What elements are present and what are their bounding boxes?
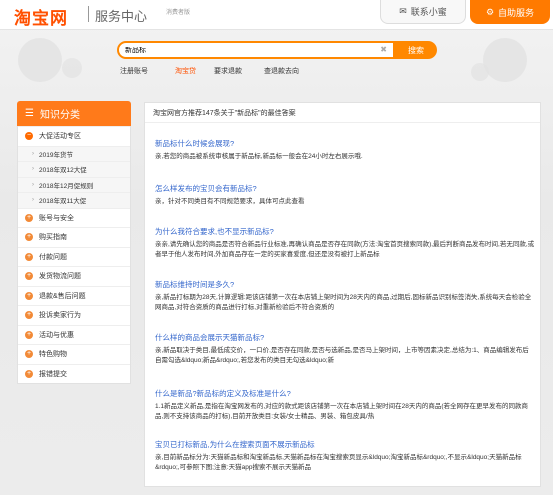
self-service-button[interactable]: ⚙ 自助服务 <box>470 0 550 24</box>
self-service-label: 自助服务 <box>498 7 535 18</box>
service-center-title: 服务中心 <box>95 9 148 24</box>
sidebar-item-label: 特色购物 <box>39 351 67 359</box>
question-link[interactable]: 为什么我符合要求,也不显示新品标? <box>155 226 535 237</box>
hero-banner <box>0 30 553 90</box>
sidebar-item-payment[interactable]: + 付款问题 <box>18 246 130 267</box>
sidebar-item-label: 活动与优惠 <box>39 331 74 339</box>
chat-icon: ✉ <box>399 6 407 16</box>
top-header: 淘宝网 服务中心 消费者版 ✉ 联系小蜜 ⚙ 自助服务 <box>0 0 553 30</box>
sidebar-sub-item[interactable]: › 2018年12月促规则 <box>18 176 130 192</box>
qa-item: 为什么我符合要求,也不显示新品标? 亲亲,请先确认您的商品是否符合新品行业标准,… <box>155 226 535 259</box>
question-link[interactable]: 新品标什么时候会展现? <box>155 138 535 149</box>
results-heading: 淘宝网官方推荐147条关于"新品标"的最佳答案 <box>145 103 540 123</box>
sidebar-sub-item[interactable]: › 2018年双11大促 <box>18 192 130 208</box>
clear-icon[interactable]: ✖ <box>380 45 387 54</box>
expand-icon: + <box>25 213 33 222</box>
expand-icon: + <box>25 233 33 242</box>
sidebar-item-label: 报错提交 <box>39 370 67 378</box>
qa-item: 新品标什么时候会展现? 亲,若您的商品被系统审核属于新品标,新品标一般会在24小… <box>155 138 535 162</box>
bullet-icon: › <box>32 197 34 204</box>
sidebar-item-label: 退款&售后问题 <box>39 292 86 300</box>
answer-snippet: 亲,新品取决于类目,最低成交价，一口价,是否存在同款,是否与选新品,是否马上架时… <box>155 347 529 364</box>
sidebar-item-refund[interactable]: + 退款&售后问题 <box>18 285 130 306</box>
answer-snippet: 亲,若您的商品被系统审核属于新品标,新品标一般会在24小时左右展示哦. <box>155 153 363 160</box>
qa-item: 怎么样发布的宝贝会有新品标? 亲，针对不同类目有不同规范要求，具体可点此查看 <box>155 183 535 207</box>
search-input[interactable] <box>125 46 375 54</box>
sub-item-label: 2019年货节 <box>39 151 73 159</box>
sidebar-item-activity[interactable]: + 活动与优惠 <box>18 324 130 345</box>
quick-link-loan[interactable]: 淘宝贷 <box>175 66 196 76</box>
answer-snippet: 亲,新品打标期为28天,计算逻辑:距该店铺第一次在本店铺上架时间为28天内的商品… <box>155 294 532 311</box>
taobao-logo[interactable]: 淘宝网 <box>14 4 68 29</box>
question-link[interactable]: 什么是新品?新品标的定义及标准是什么? <box>155 388 535 399</box>
question-link[interactable]: 怎么样发布的宝贝会有新品标? <box>155 183 535 194</box>
sidebar-item-label: 付款问题 <box>39 253 67 261</box>
expand-icon: + <box>25 272 33 281</box>
quick-link-register[interactable]: 注册账号 <box>120 66 148 76</box>
sidebar-item-account[interactable]: + 账号与安全 <box>18 207 130 228</box>
answer-panel: 淘宝网官方推荐147条关于"新品标"的最佳答案 新品标什么时候会展现? 亲,若您… <box>144 102 541 487</box>
answer-snippet: 亲亲,请先确认您的商品是否符合新品行业标准,再确认商品是否存在同款(方法:淘宝首… <box>155 241 535 258</box>
question-link[interactable]: 宝贝已打标新品,为什么在搜索页面不展示新品标 <box>155 439 535 450</box>
quick-link-refund-track[interactable]: 查退款去向 <box>264 66 299 76</box>
sidebar-item-special[interactable]: + 特色购物 <box>18 344 130 364</box>
sidebar-item-complaint[interactable]: + 投诉卖家行为 <box>18 305 130 325</box>
answer-snippet: 亲，针对不同类目有不同规范要求，具体可点此查看 <box>155 198 305 205</box>
contact-label: 联系小蜜 <box>410 7 447 17</box>
self-service-icon: ⚙ <box>485 6 495 17</box>
expand-icon: + <box>25 350 33 359</box>
contact-xiaomi-button[interactable]: ✉ 联系小蜜 <box>380 0 466 24</box>
expand-icon: + <box>25 252 33 261</box>
expand-icon: + <box>25 291 33 300</box>
bullet-icon: › <box>32 166 34 173</box>
sidebar-item-label: 账号与安全 <box>39 214 74 222</box>
category-icon: ☰ <box>25 108 34 119</box>
sidebar-item-label: 购买指南 <box>39 234 67 242</box>
sidebar-item-label: 投诉卖家行为 <box>39 312 81 320</box>
sidebar-item-shipping[interactable]: + 发货物流问题 <box>18 266 130 286</box>
sidebar-header: ☰ 知识分类 <box>17 101 131 126</box>
sidebar-item-report[interactable]: + 报错提交 <box>18 363 130 384</box>
collapse-icon: − <box>25 132 33 141</box>
hero-decoration <box>18 38 527 82</box>
sidebar-item-label: 大促活动专区 <box>39 133 81 141</box>
logo-divider <box>88 6 89 22</box>
bullet-icon: › <box>32 150 34 157</box>
qa-item: 什么样的商品会展示天猫新品标? 亲,新品取决于类目,最低成交价，一口价,是否存在… <box>155 332 535 365</box>
quick-link-refund[interactable]: 要求退款 <box>214 66 242 76</box>
sidebar-title: 知识分类 <box>39 110 80 121</box>
sidebar-sub-item[interactable]: › 2019年货节 <box>18 145 130 161</box>
sub-item-label: 2018年双12大促 <box>39 167 87 175</box>
question-link[interactable]: 什么样的商品会展示天猫新品标? <box>155 332 535 343</box>
search-box[interactable]: ✖ <box>117 41 395 59</box>
sidebar-list: − 大促活动专区 › 2019年货节 › 2018年双12大促 › 2018年12月促… <box>17 126 131 384</box>
expand-icon: + <box>25 330 33 339</box>
question-link[interactable]: 新品标维持时间是多久? <box>155 279 535 290</box>
bullet-icon: › <box>32 181 34 188</box>
expand-icon: + <box>25 369 33 378</box>
sub-item-label: 2018年双11大促 <box>39 198 87 206</box>
sidebar-item-promotion[interactable]: − 大促活动专区 <box>18 126 130 146</box>
answer-snippet: 亲,目前新品标分为:天猫新品标和淘宝新品标,天猫新品标在淘宝搜索页显示&ldqu… <box>155 454 522 471</box>
sub-item-label: 2018年12月促规则 <box>39 182 94 190</box>
sidebar-item-buying[interactable]: + 购买指南 <box>18 227 130 247</box>
sidebar-sub-item[interactable]: › 2018年双12大促 <box>18 161 130 177</box>
qa-item: 新品标维持时间是多久? 亲,新品打标期为28天,计算逻辑:距该店铺第一次在本店铺… <box>155 279 535 312</box>
search-button[interactable]: 搜索 <box>395 41 437 59</box>
consumer-edition-tag: 消费者版 <box>166 10 191 16</box>
qa-item: 什么是新品?新品标的定义及标准是什么? 1.1新品定义新品,是指在淘宝网发布的,… <box>155 388 535 421</box>
answer-snippet: 1.1新品定义新品,是指在淘宝网发布的,对应的款式距该店铺第一次在本店铺上架时间… <box>155 403 529 420</box>
sidebar-item-label: 发货物流问题 <box>39 273 81 281</box>
knowledge-sidebar: ☰ 知识分类 − 大促活动专区 › 2019年货节 › 2018年双12大促 › 20… <box>17 101 131 384</box>
qa-item: 宝贝已打标新品,为什么在搜索页面不展示新品标 亲,目前新品标分为:天猫新品标和淘… <box>155 439 535 472</box>
expand-icon: + <box>25 311 33 320</box>
